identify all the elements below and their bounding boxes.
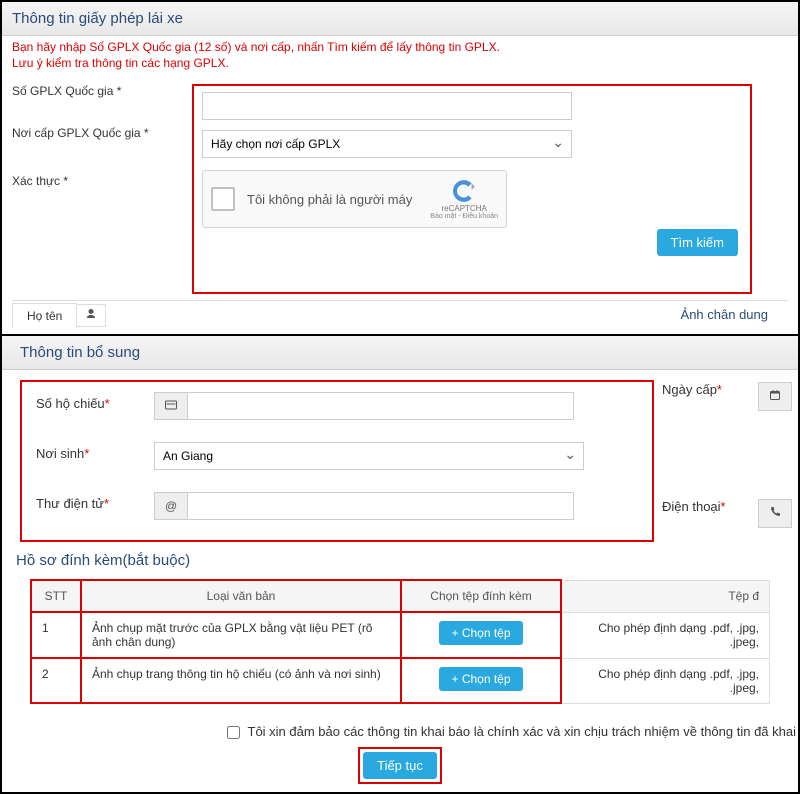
continue-button[interactable]: Tiếp tục xyxy=(363,752,437,779)
cell-choose: Chọn tệp xyxy=(401,612,561,658)
label-noi-cap: Nơi cấp GPLX Quốc gia * xyxy=(12,126,182,140)
th-file: Tệp đ xyxy=(561,580,770,612)
recaptcha-widget: Tôi không phải là người máy reCAPTCHA Bả… xyxy=(202,170,507,228)
passport-input[interactable] xyxy=(187,392,574,420)
id-card-icon xyxy=(154,392,187,420)
so-gplx-input[interactable] xyxy=(202,92,572,120)
cell-idx: 2 xyxy=(31,658,81,703)
cell-choose: Chọn tệp xyxy=(401,658,561,703)
calendar-icon[interactable] xyxy=(758,382,792,411)
th-type: Loại văn bản xyxy=(81,580,401,612)
recaptcha-logo: reCAPTCHA Bảo mật - Điều khoản xyxy=(430,178,498,220)
tab-hoten[interactable]: Họ tên xyxy=(12,303,77,328)
recaptcha-checkbox[interactable] xyxy=(211,187,235,211)
table-row: 1 Ảnh chụp mặt trước của GPLX bằng vật l… xyxy=(31,612,770,658)
recaptcha-links: Bảo mật - Điều khoản xyxy=(430,213,498,220)
confirm-text: Tôi xin đảm bảo các thông tin khai báo l… xyxy=(248,724,797,739)
section-title-gplx: Thông tin giấy phép lái xe xyxy=(2,2,798,36)
cell-hint: Cho phép định dạng .pdf, .jpg, .jpeg, xyxy=(561,612,770,658)
recaptcha-text: Tôi không phải là người máy xyxy=(247,192,430,207)
at-icon: @ xyxy=(154,492,187,520)
cell-type: Ảnh chụp trang thông tin hộ chiếu (có ản… xyxy=(81,658,401,703)
search-button[interactable]: Tìm kiếm xyxy=(657,229,738,256)
confirm-checkbox[interactable] xyxy=(227,726,240,739)
label-passport: Số hộ chiếu* xyxy=(36,396,110,411)
choose-file-button[interactable]: Chọn tệp xyxy=(439,621,522,645)
label-so-gplx: Số GPLX Quốc gia * xyxy=(12,84,192,98)
cell-idx: 1 xyxy=(31,612,81,658)
tab-anh-chan-dung[interactable]: Ảnh chân dung xyxy=(661,301,788,328)
hint-line-2: Lưu ý kiểm tra thông tin các hạng GPLX. xyxy=(2,56,798,72)
th-choose: Chọn tệp đính kèm xyxy=(401,580,561,612)
label-dienthoai: Điện thoại* xyxy=(662,499,726,514)
attachments-table: STT Loại văn bản Chọn tệp đính kèm Tệp đ… xyxy=(30,579,770,704)
choose-file-button[interactable]: Chọn tệp xyxy=(439,667,522,691)
cell-type: Ảnh chụp mặt trước của GPLX bằng vật liệ… xyxy=(81,612,401,658)
cell-hint: Cho phép định dạng .pdf, .jpg, .jpeg, xyxy=(561,658,770,703)
noi-cap-select[interactable]: Hãy chọn nơi cấp GPLX xyxy=(202,130,572,158)
continue-highlight: Tiếp tục xyxy=(358,747,442,784)
section-title-bosung: Thông tin bổ sung xyxy=(2,336,798,370)
recaptcha-icon xyxy=(451,178,477,204)
label-ngaycap: Ngày cấp* xyxy=(662,382,722,397)
email-input[interactable] xyxy=(187,492,574,520)
th-stt: STT xyxy=(31,580,81,612)
noisinh-select[interactable]: An Giang xyxy=(154,442,584,470)
hint-line-1: Bạn hãy nhập Số GPLX Quốc gia (12 số) và… xyxy=(2,36,798,56)
recaptcha-brand: reCAPTCHA xyxy=(441,204,486,213)
label-xac-thuc: Xác thực * xyxy=(12,174,182,188)
section-title-attach: Hồ sơ đính kèm(bắt buộc) xyxy=(2,542,798,579)
table-row: 2 Ảnh chụp trang thông tin hộ chiếu (có … xyxy=(31,658,770,703)
label-noisinh: Nơi sinh* xyxy=(36,446,89,461)
phone-icon[interactable] xyxy=(758,499,792,528)
label-email: Thư điện tử* xyxy=(36,496,109,511)
person-icon[interactable] xyxy=(76,304,106,327)
